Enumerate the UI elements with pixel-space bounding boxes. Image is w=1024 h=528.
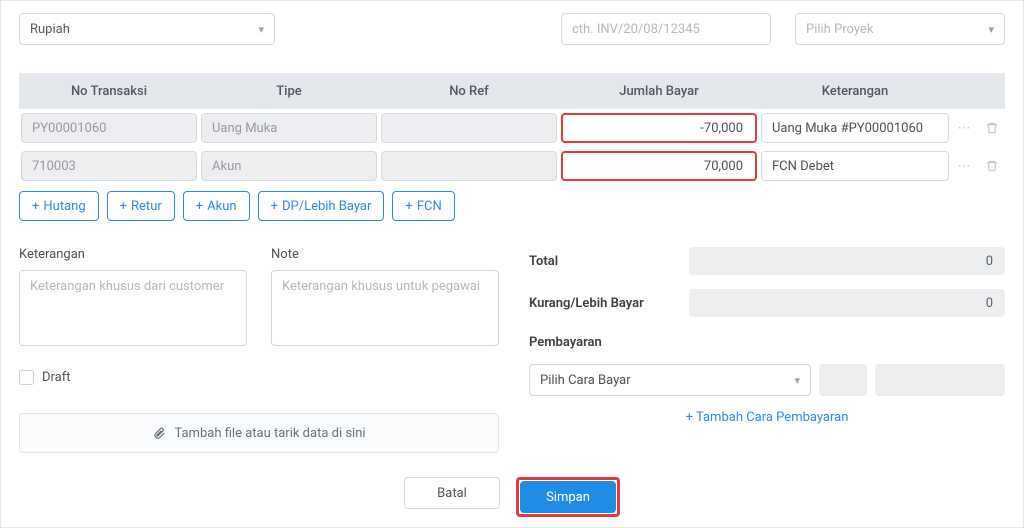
col-no-transaksi: No Transaksi [19,73,199,109]
payment-method-select[interactable]: Pilih Cara Bayar ▾ [529,364,811,396]
currency-select[interactable]: Rupiah ▾ [19,13,275,45]
payment-extra-box[interactable] [875,364,1005,396]
col-no-ref: No Ref [379,73,559,109]
kurang-value: 0 [689,289,1005,317]
label: FCN [417,199,442,214]
no-transaksi-cell[interactable]: PY00001060 [21,113,197,143]
save-button[interactable]: Simpan [520,481,616,513]
plus-icon: + [271,199,278,214]
cell-text: Uang Muka #PY00001060 [772,121,923,136]
keterangan-cell[interactable]: Uang Muka #PY00001060 [761,113,949,143]
project-placeholder: Pilih Proyek [806,22,873,37]
plus-icon: + [32,199,39,214]
placeholder-text: Keterangan khusus untuk pegawai [282,279,480,294]
pay-select-text: Pilih Cara Bayar [540,373,631,388]
upload-label: Tambah file atau tarik data di sini [174,426,365,441]
add-retur-button[interactable]: + Retur [107,191,175,221]
no-transaksi-cell[interactable]: 710003 [21,151,197,181]
total-label: Total [529,254,689,269]
currency-value: Rupiah [30,22,70,37]
label: Hutang [43,199,85,214]
keterangan-cell[interactable]: FCN Debet [761,151,949,181]
draft-label: Draft [42,370,71,385]
payment-lines-table: No Transaksi Tipe No Ref Jumlah Bayar Ke… [19,73,1005,185]
table-row: PY00001060 Uang Muka -70,000 Uang Muka #… [19,109,1005,147]
draft-checkbox[interactable] [19,370,34,385]
trash-icon[interactable] [981,115,1003,141]
plus-icon: + [686,410,696,425]
cancel-button[interactable]: Batal [404,477,500,509]
chevron-down-icon: ▾ [794,374,800,387]
note-textarea[interactable]: Keterangan khusus untuk pegawai [271,270,499,346]
add-payment-method-button[interactable]: + Tambah Cara Pembayaran [529,410,1005,425]
cell-text: -70,000 [700,121,743,136]
add-hutang-button[interactable]: + Hutang [19,191,99,221]
note-label: Note [271,247,499,262]
plus-icon: + [405,199,412,214]
col-tipe: Tipe [199,73,379,109]
label: Batal [437,486,467,501]
cell-text: FCN Debet [772,159,834,174]
keterangan-textarea[interactable]: Keterangan khusus dari customer [19,270,247,346]
table-row: 710003 Akun 70,000 FCN Debet ⋯ [19,147,1005,185]
add-dp-button[interactable]: + DP/Lebih Bayar [258,191,385,221]
label: Simpan [546,490,590,505]
add-akun-button[interactable]: + Akun [183,191,250,221]
ref-placeholder: cth. INV/20/08/12345 [572,22,700,37]
jumlah-bayar-cell[interactable]: -70,000 [561,113,757,143]
jumlah-bayar-cell[interactable]: 70,000 [561,151,757,181]
cell-text: PY00001060 [32,121,106,136]
placeholder-text: Keterangan khusus dari customer [30,279,224,294]
noref-cell[interactable] [381,151,557,181]
more-icon[interactable]: ⋯ [953,115,975,141]
cell-text: 710003 [32,159,76,174]
pembayaran-label: Pembayaran [529,335,1005,350]
plus-icon: + [196,199,203,214]
project-select[interactable]: Pilih Proyek ▾ [795,13,1005,45]
cell-text: Akun [212,159,241,174]
kurang-label: Kurang/Lebih Bayar [529,296,689,311]
payment-amount-box[interactable] [819,364,867,396]
chevron-down-icon: ▾ [988,23,994,36]
chevron-down-icon: ▾ [258,23,264,36]
label: Akun [207,199,236,214]
trash-icon[interactable] [981,153,1003,179]
col-jumlah-bayar: Jumlah Bayar [559,73,759,109]
cell-text: Uang Muka [212,121,277,136]
add-pay-label: Tambah Cara Pembayaran [696,410,848,425]
cell-text: 70,000 [704,159,743,174]
noref-cell[interactable] [381,113,557,143]
draft-checkbox-row[interactable]: Draft [19,370,499,385]
attachment-icon [152,426,166,440]
tipe-cell[interactable]: Akun [201,151,377,181]
label: Retur [131,199,162,214]
more-icon[interactable]: ⋯ [953,153,975,179]
total-value: 0 [689,247,1005,275]
tipe-cell[interactable]: Uang Muka [201,113,377,143]
label: DP/Lebih Bayar [282,199,371,214]
file-upload-zone[interactable]: Tambah file atau tarik data di sini [19,413,499,453]
ref-input[interactable]: cth. INV/20/08/12345 [561,13,771,45]
plus-icon: + [120,199,127,214]
keterangan-label: Keterangan [19,247,247,262]
col-keterangan: Keterangan [759,73,951,109]
add-fcn-button[interactable]: + FCN [392,191,454,221]
